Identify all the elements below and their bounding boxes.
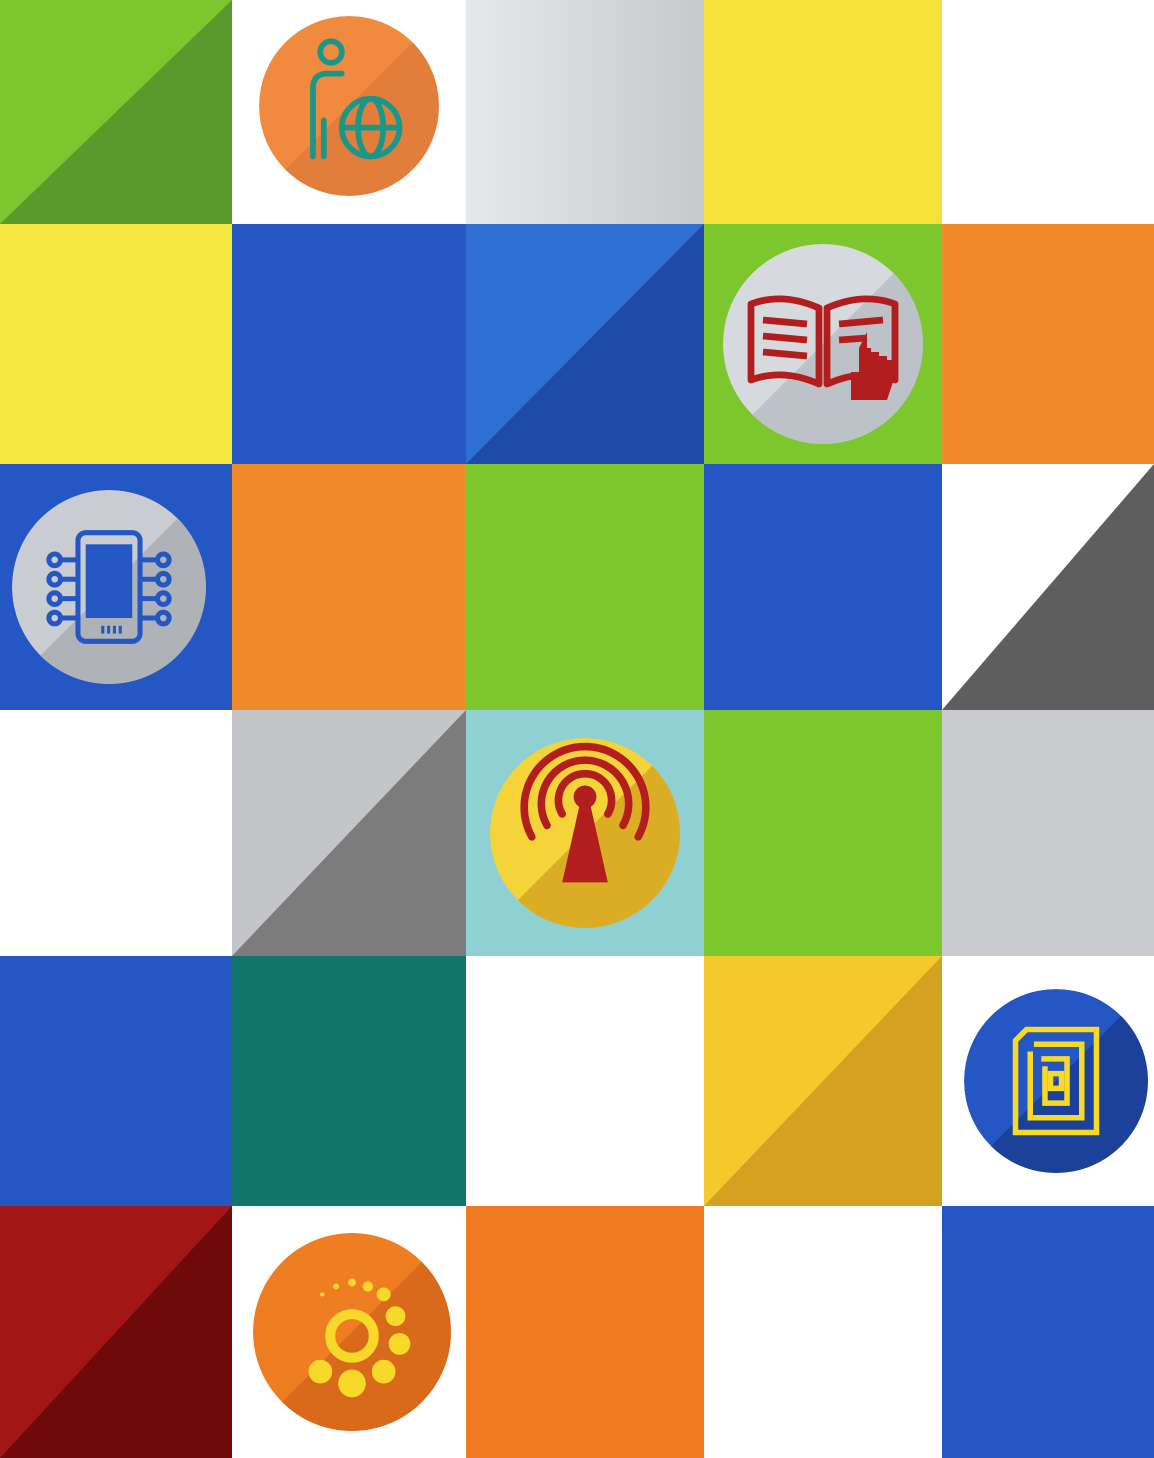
rfid-tag-icon	[964, 989, 1148, 1173]
tile-r5c2	[232, 956, 466, 1206]
tile-r2c1	[0, 224, 232, 464]
tile-r4c5	[942, 710, 1154, 956]
icon-mosaic	[0, 0, 1154, 1458]
tile-r1c3	[466, 0, 704, 224]
tile-r6c4	[704, 1206, 942, 1458]
tile-r4c4	[704, 710, 942, 956]
tile-r6c5	[942, 1206, 1154, 1458]
tile-r5c5	[942, 956, 1154, 1206]
tile-r4c3	[466, 710, 704, 956]
tile-r2c2	[232, 224, 466, 464]
tile-r5c1	[0, 956, 232, 1206]
open-book-icon	[723, 244, 923, 444]
tile-r3c1	[0, 464, 232, 710]
person-globe-icon	[259, 16, 439, 196]
tile-r2c5	[942, 224, 1154, 464]
tile-r3c4	[704, 464, 942, 710]
tile-r5c3	[466, 956, 704, 1206]
broadcast-tower-icon	[490, 738, 680, 928]
loading-dots-icon	[253, 1233, 451, 1431]
tile-r6c1	[0, 1206, 232, 1458]
tile-r6c2	[232, 1206, 466, 1458]
tile-r5c4	[704, 956, 942, 1206]
tile-r1c1	[0, 0, 232, 224]
tile-r6c3	[466, 1206, 704, 1458]
microchip-tablet-icon	[12, 490, 206, 684]
tile-r1c5	[942, 0, 1154, 224]
tile-r1c4	[704, 0, 942, 224]
tile-r1c2	[232, 0, 466, 224]
tile-r2c4	[704, 224, 942, 464]
tile-r4c2	[232, 710, 466, 956]
tile-r3c3	[466, 464, 704, 710]
tile-r2c3	[466, 224, 704, 464]
tile-r4c1	[0, 710, 232, 956]
tile-r3c2	[232, 464, 466, 710]
tile-r3c5	[942, 464, 1154, 710]
